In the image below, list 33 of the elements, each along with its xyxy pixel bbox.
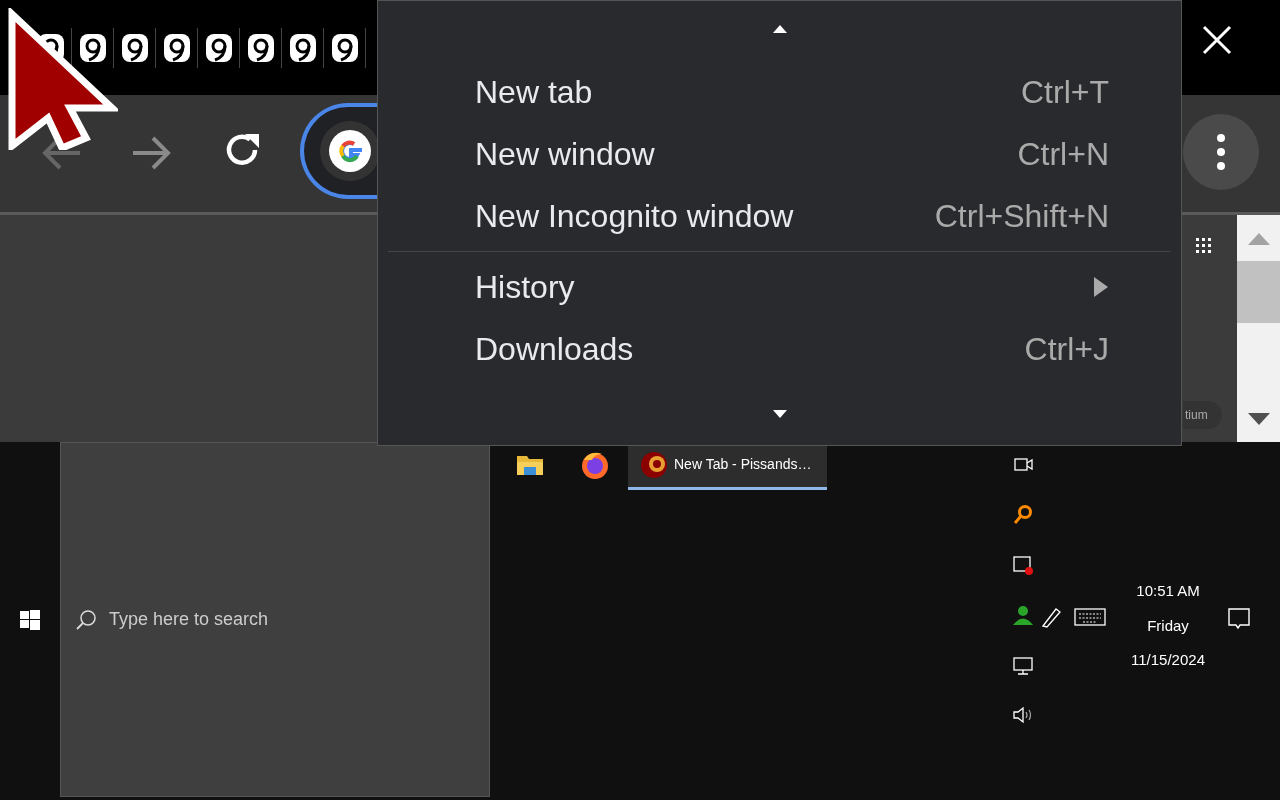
tab-favicon-icon[interactable] [204,31,233,64]
shortcut-label: Ctrl+N [1017,134,1109,174]
tab-favicon-icon[interactable] [330,31,359,64]
clock-date[interactable]: 11/15/2024 [1131,649,1205,672]
shortcut-label: Ctrl+T [1021,72,1109,112]
tab-favicon-icon[interactable] [78,31,107,64]
search-input[interactable]: Type here to search [109,606,409,633]
submenu-arrow-icon [1093,275,1109,298]
shortcut-label: Ctrl+Shift+N [934,196,1109,236]
chip-label[interactable]: tium [1183,401,1222,429]
scroll-up-icon[interactable] [771,23,788,34]
menu-item-label: New Incognito window [475,196,795,236]
tab-favicon-icon[interactable] [162,31,191,64]
tab-favicon-icon[interactable] [120,31,149,64]
shortcut-label: Ctrl+J [1024,329,1109,369]
cursor-icon [6,8,118,150]
tab-favicon-icon[interactable] [246,31,275,64]
menu-item-label: New tab [475,72,594,112]
scrollbar[interactable] [1237,215,1280,442]
menu-item-label: Downloads [475,329,635,369]
scroll-down-icon[interactable] [771,409,788,420]
tab-favicon-icon[interactable] [288,31,317,64]
menu-item-label: New window [475,134,656,174]
app-logo-icon [640,450,668,479]
notifications-icon[interactable] [1228,608,1250,630]
clock-time[interactable]: 10:51 AM [1136,580,1200,603]
clock-day[interactable]: Friday [1147,614,1189,637]
scroll-down-icon[interactable] [1247,412,1271,426]
search-icon [75,608,97,631]
windows-logo-icon [20,609,40,630]
menu-item-label: History [475,267,576,307]
apps-grid-icon[interactable] [1196,238,1211,253]
search-box[interactable]: Type here to search [60,442,490,797]
